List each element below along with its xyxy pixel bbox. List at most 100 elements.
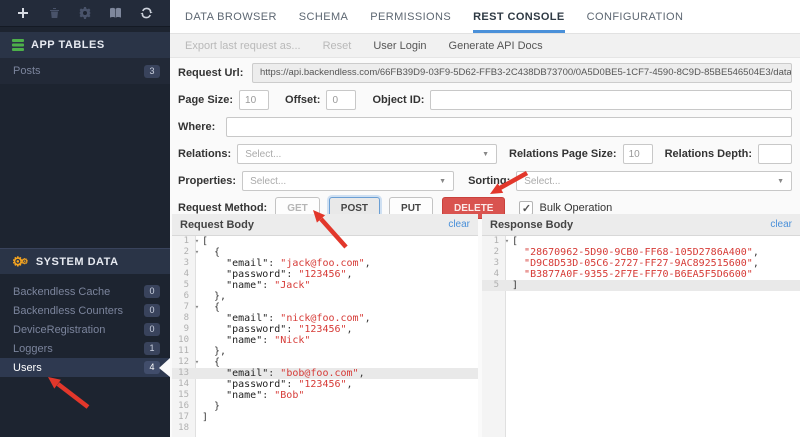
- toolbar-user-login[interactable]: User Login: [373, 40, 426, 52]
- chevron-down-icon: ▼: [482, 150, 489, 158]
- code-line[interactable]: 18: [172, 423, 478, 434]
- code-line[interactable]: 1 ▾[: [172, 236, 478, 247]
- count-badge: 0: [144, 304, 160, 317]
- sidebar-item-posts[interactable]: Posts 3: [0, 58, 170, 84]
- code-text: }: [202, 401, 221, 412]
- code-line[interactable]: 13 "email": "bob@foo.com",: [172, 368, 478, 379]
- object-id-input[interactable]: [430, 90, 792, 110]
- bulk-operation-checkbox[interactable]: ✓: [519, 201, 534, 215]
- toolbar-reset: Reset: [322, 39, 352, 52]
- tab-schema[interactable]: SCHEMA: [299, 0, 348, 33]
- line-number: 13: [178, 368, 189, 378]
- code-line[interactable]: 11 },: [172, 346, 478, 357]
- line-number: 1: [493, 236, 499, 246]
- code-line[interactable]: 9 "password": "123456",: [172, 324, 478, 335]
- line-number: 8: [183, 313, 189, 323]
- code-line[interactable]: 4 "password": "123456",: [172, 269, 478, 280]
- book-icon[interactable]: [109, 6, 123, 20]
- where-input[interactable]: [226, 117, 792, 137]
- code-line[interactable]: 17]: [172, 412, 478, 423]
- fold-arrow-icon[interactable]: ▾: [502, 236, 512, 247]
- page-size-input[interactable]: [239, 90, 270, 110]
- fold-gutter: [192, 346, 202, 357]
- code-text: },: [202, 346, 227, 357]
- request-url-label: Request Url:: [178, 67, 244, 79]
- line-number: 15: [178, 390, 189, 400]
- code-line[interactable]: 12 ▾ {: [172, 357, 478, 368]
- code-line[interactable]: 16 }: [172, 401, 478, 412]
- app-tables-icon: [12, 39, 24, 51]
- refresh-icon[interactable]: [140, 6, 154, 20]
- code-line[interactable]: 1 ▾[: [482, 236, 800, 247]
- response-body-editor[interactable]: 1 ▾[2 "28670962-5D90-9CB0-FF68-105D2786A4…: [482, 236, 800, 437]
- code-line[interactable]: 2 "28670962-5D90-9CB0-FF68-105D2786A400"…: [482, 247, 800, 258]
- action-toolbar: Export last request as... Reset User Login…: [170, 34, 800, 58]
- sidebar-item-deviceregistration[interactable]: DeviceRegistration 0: [0, 320, 170, 339]
- sidebar-item-users[interactable]: Users 4: [0, 358, 170, 377]
- code-text: {: [202, 247, 221, 258]
- relations-select[interactable]: Select... ▼: [237, 144, 497, 164]
- fold-arrow-icon[interactable]: ▾: [192, 357, 202, 368]
- response-body-title: Response Body: [490, 218, 574, 231]
- fold-arrow-icon[interactable]: ▾: [192, 236, 202, 247]
- fold-gutter: [502, 247, 512, 258]
- sidebar-item-loggers[interactable]: Loggers 1: [0, 339, 170, 358]
- code-text: {: [202, 302, 221, 313]
- response-body-clear-link[interactable]: clear: [770, 219, 792, 230]
- tab-configuration[interactable]: CONFIGURATION: [587, 0, 684, 33]
- code-line[interactable]: 2 ▾ {: [172, 247, 478, 258]
- properties-select[interactable]: Select... ▼: [242, 171, 455, 191]
- request-method-label: Request Method:: [178, 202, 268, 214]
- fold-gutter: [192, 335, 202, 346]
- code-line[interactable]: 6 },: [172, 291, 478, 302]
- tab-rest-console[interactable]: REST CONSOLE: [473, 0, 565, 33]
- code-line[interactable]: 4 "B3877A0F-9355-2F7E-FF70-B6EA5F5D6600": [482, 269, 800, 280]
- sidebar-item-label: Users: [13, 361, 42, 374]
- app-tables-title: APP TABLES: [31, 39, 105, 51]
- code-text: ]: [202, 412, 209, 423]
- relations-depth-label: Relations Depth:: [664, 148, 752, 160]
- code-text: "email": "bob@foo.com",: [226, 368, 365, 379]
- code-line[interactable]: 15 "name": "Bob": [172, 390, 478, 401]
- tab-permissions[interactable]: PERMISSIONS: [370, 0, 451, 33]
- code-line[interactable]: 3 "D9C8D53D-05C6-2727-FF27-9AC892515600"…: [482, 258, 800, 269]
- count-badge: 0: [144, 323, 160, 336]
- sidebar-item-backendless-counters[interactable]: Backendless Counters 0: [0, 301, 170, 320]
- count-badge: 4: [144, 361, 160, 374]
- fold-gutter: [192, 269, 202, 280]
- fold-gutter: [192, 324, 202, 335]
- code-line[interactable]: 14 "password": "123456",: [172, 379, 478, 390]
- fold-gutter: [192, 258, 202, 269]
- sorting-select[interactable]: Select... ▼: [516, 171, 792, 191]
- code-line[interactable]: 10 "name": "Nick": [172, 335, 478, 346]
- request-url-value: https://api.backendless.com/66FB39D9-03F…: [252, 63, 792, 83]
- request-body-editor[interactable]: 1 ▾[2 ▾ {3 "email": "jack@foo.com", 4 "pass…: [172, 236, 478, 437]
- trash-icon[interactable]: [47, 6, 61, 20]
- chevron-down-icon: ▼: [777, 177, 784, 185]
- add-icon[interactable]: [16, 6, 30, 20]
- line-number: 5: [183, 280, 189, 290]
- relations-depth-input[interactable]: [758, 144, 792, 164]
- fold-arrow-icon[interactable]: ▾: [192, 302, 202, 313]
- offset-input[interactable]: [326, 90, 357, 110]
- fold-gutter: [192, 368, 202, 379]
- line-number: 12: [178, 357, 189, 367]
- request-body-clear-link[interactable]: clear: [448, 219, 470, 230]
- code-line[interactable]: 3 "email": "jack@foo.com",: [172, 258, 478, 269]
- code-line[interactable]: 7 ▾ {: [172, 302, 478, 313]
- tab-data-browser[interactable]: DATA BROWSER: [185, 0, 277, 33]
- code-line[interactable]: 5 "name": "Jack": [172, 280, 478, 291]
- bulk-operation-label: Bulk Operation: [539, 202, 613, 214]
- sidebar-item-backendless-cache[interactable]: Backendless Cache 0: [0, 282, 170, 301]
- fold-gutter: [502, 258, 512, 269]
- sidebar-icon-bar: [0, 0, 170, 27]
- code-text: "name": "Jack": [226, 280, 311, 291]
- code-text: "name": "Nick": [226, 335, 311, 346]
- line-number: 16: [178, 401, 189, 411]
- fold-arrow-icon[interactable]: ▾: [192, 247, 202, 258]
- code-line[interactable]: 5]: [482, 280, 800, 291]
- gear-icon[interactable]: [78, 6, 92, 20]
- code-line[interactable]: 8 "email": "nick@foo.com",: [172, 313, 478, 324]
- toolbar-generate-api-docs[interactable]: Generate API Docs: [449, 40, 543, 52]
- relations-page-size-input[interactable]: [622, 144, 653, 164]
